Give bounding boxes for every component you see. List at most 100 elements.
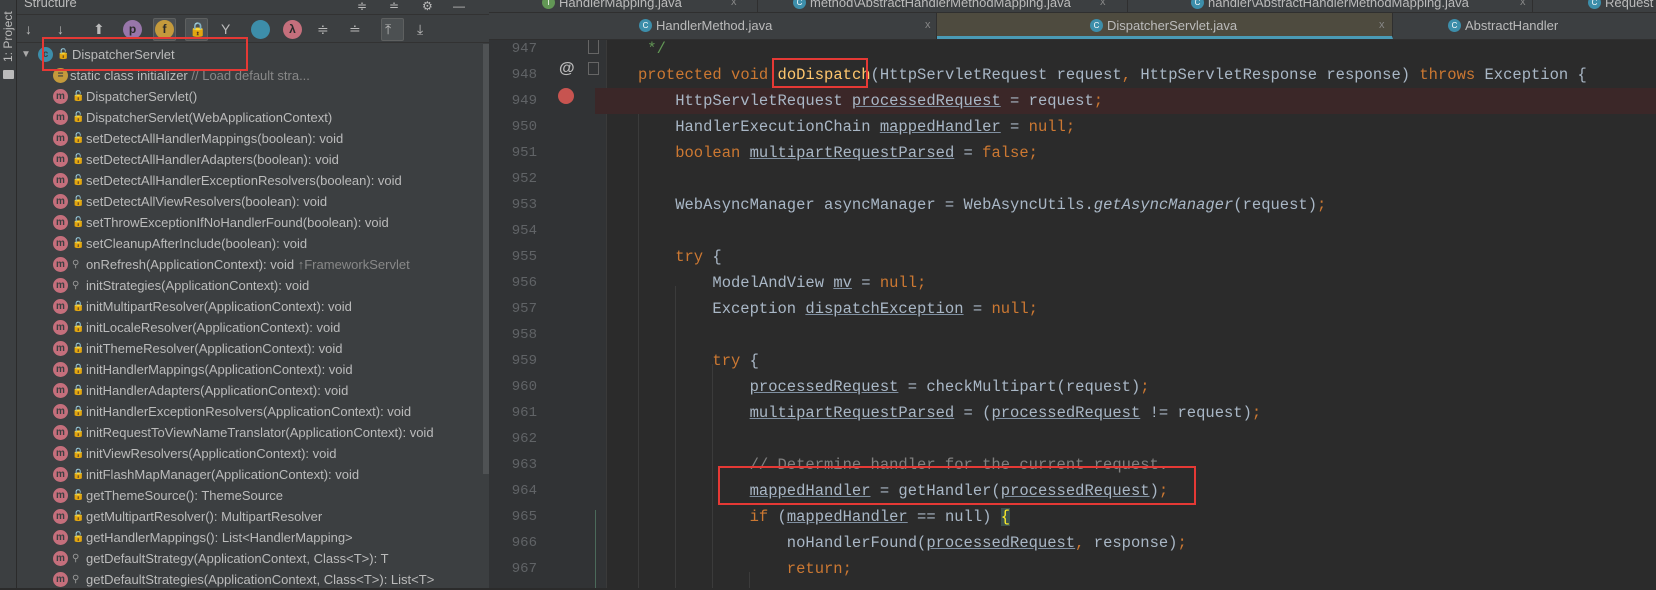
method-icon: m [53, 257, 68, 272]
tree-item[interactable]: m ⚲ onRefresh(ApplicationContext): void ↑F… [17, 254, 482, 275]
project-tool-tab[interactable]: 1: Project [1, 0, 15, 62]
panel-title: Structure [24, 0, 77, 10]
tab-request[interactable]: C Request [1533, 0, 1656, 12]
expand-icon[interactable]: ≑ [357, 0, 367, 12]
code-line[interactable] [607, 322, 1656, 348]
expand-arrow-icon[interactable]: ▼ [21, 44, 31, 65]
show-lambdas-tree-icon[interactable]: Y [221, 20, 230, 38]
private-icon: 🔒 [72, 322, 85, 333]
code-line[interactable]: try { [607, 244, 1656, 270]
code-token: HandlerExecutionChain [675, 118, 880, 136]
tree-item[interactable]: m 🔓 DispatcherServlet(WebApplicationContex… [17, 107, 482, 128]
close-tab-icon[interactable]: x [1379, 19, 1385, 31]
expand-all-icon[interactable]: ≑ [317, 20, 329, 38]
code-line[interactable]: Exception dispatchException = null; [607, 296, 1656, 322]
method-icon: m [53, 131, 68, 146]
code-line[interactable]: HandlerExecutionChain mappedHandler = nu… [607, 114, 1656, 140]
code-line[interactable] [607, 426, 1656, 452]
tree-item[interactable]: m 🔒 initRequestToViewNameTranslator(Applic… [17, 422, 482, 443]
hide-icon[interactable]: — [453, 0, 465, 12]
code-line[interactable]: try { [607, 348, 1656, 374]
tree-label: getMultipartResolver(): MultipartResolve… [86, 506, 322, 527]
code-line[interactable]: boolean multipartRequestParsed = false; [607, 140, 1656, 166]
sort-by-visibility-icon[interactable]: ↓ [25, 20, 32, 38]
tab-method-abstracthandlermethodmapping-java[interactable]: Cmethod\AbstractHandlerMethodMapping.jav… [758, 0, 1128, 12]
code-token: ModelAndView [712, 274, 834, 292]
close-tab-icon[interactable]: x [1100, 0, 1106, 8]
tree-item[interactable]: m 🔓 setDetectAllHandlerMappings(boolean): … [17, 128, 482, 149]
code-line[interactable]: ModelAndView mv = null; [607, 270, 1656, 296]
tree-item[interactable]: m 🔒 initHandlerMappings(ApplicationContext… [17, 359, 482, 380]
show-inherited-icon[interactable]: ⬆ [93, 20, 105, 38]
code-line[interactable]: multipartRequestParsed = (processedReque… [607, 400, 1656, 426]
code-line[interactable]: WebAsyncManager asyncManager = WebAsyncU… [607, 192, 1656, 218]
code-line[interactable]: protected void doDispatch(HttpServletReq… [607, 62, 1656, 88]
code-editor[interactable]: */ protected void doDispatch(HttpServletR… [595, 40, 1656, 588]
editor-tabs-row-1: I HandlerMapping.java x Cmethod\AbstractHan… [489, 0, 1656, 13]
gear-icon[interactable]: ⚙ [422, 0, 433, 12]
method-icon: m [53, 404, 68, 419]
autoscroll-to-source-icon[interactable]: ⤒ [385, 20, 391, 38]
item-name: DispatcherServlet() [86, 89, 198, 104]
tree-item[interactable]: m 🔓 DispatcherServlet() [17, 86, 482, 107]
code-token: processedRequest [749, 378, 899, 396]
tree-item[interactable]: m 🔓 getThemeSource(): ThemeSource [17, 485, 482, 506]
tree-item[interactable]: m 🔒 initThemeResolver(ApplicationContext):… [17, 338, 482, 359]
fold-start-icon[interactable] [588, 62, 599, 75]
autoscroll-from-source-icon[interactable]: ⤓ [417, 20, 423, 38]
tree-item[interactable]: m 🔓 getMultipartResolver(): MultipartResol… [17, 506, 482, 527]
close-tab-icon[interactable]: x [925, 19, 931, 31]
tab-handlermapping-java[interactable]: I HandlerMapping.java x [489, 0, 758, 12]
item-name: DispatcherServlet(WebApplicationContext) [86, 110, 333, 125]
tree-label: initLocaleResolver(ApplicationContext): … [86, 317, 340, 338]
tree-item[interactable]: m 🔓 setDetectAllHandlerAdapters(boolean): … [17, 149, 482, 170]
tree-item[interactable]: m ⚲ getDefaultStrategies(ApplicationContex… [17, 569, 482, 590]
code-line[interactable]: HttpServletRequest processedRequest = re… [595, 88, 1656, 114]
sort-alphabetically-icon[interactable]: ↓ [57, 20, 64, 38]
method-icon: m [53, 173, 68, 188]
show-lambdas-icon[interactable]: λ [283, 20, 302, 39]
tab-handler-abstracthandlermethodmapping-java[interactable]: Chandler\AbstractHandlerMethodMapping.ja… [1128, 0, 1533, 12]
tree-label: initHandlerAdapters(ApplicationContext):… [86, 380, 348, 401]
override-marker-icon[interactable]: @ [559, 60, 575, 78]
code-line[interactable] [607, 218, 1656, 244]
tree-item[interactable]: m 🔒 initMultipartResolver(ApplicationConte… [17, 296, 482, 317]
collapse-icon[interactable]: ≐ [389, 0, 399, 12]
tree-item[interactable]: m 🔓 setThrowExceptionIfNoHandlerFound(bool… [17, 212, 482, 233]
tree-item[interactable]: m 🔓 setDetectAllViewResolvers(boolean): vo… [17, 191, 482, 212]
code-token: = [851, 274, 880, 292]
tree-item[interactable]: m 🔓 getHandlerMappings(): List<HandlerMapp… [17, 527, 482, 548]
tree-item[interactable]: m 🔓 setDetectAllHandlerExceptionResolvers(… [17, 170, 482, 191]
fold-end-icon[interactable] [588, 40, 599, 54]
collapse-all-icon[interactable]: ≐ [349, 20, 361, 38]
breakpoint-icon[interactable] [558, 88, 574, 104]
tree-item[interactable]: m 🔒 initHandlerAdapters(ApplicationContext… [17, 380, 482, 401]
code-line[interactable]: processedRequest = checkMultipart(reques… [607, 374, 1656, 400]
close-tab-icon[interactable]: x [1520, 0, 1526, 8]
item-name: initLocaleResolver(ApplicationContext): … [86, 320, 341, 335]
tree-item[interactable]: m 🔒 initHandlerExceptionResolvers(Applicat… [17, 401, 482, 422]
tree-item[interactable]: m ⚲ getDefaultStrategy(ApplicationContext,… [17, 548, 482, 569]
tree-item[interactable]: m ⚲ initStrategies(ApplicationContext): vo… [17, 275, 482, 296]
show-anonymous-icon[interactable] [251, 20, 270, 39]
tree-item[interactable]: m 🔒 initFlashMapManager(ApplicationContext… [17, 464, 482, 485]
tree-item[interactable]: m 🔓 setCleanupAfterInclude(boolean): void [17, 233, 482, 254]
code-token: null [944, 508, 983, 526]
code-line[interactable] [607, 166, 1656, 192]
code-token: ; [1093, 92, 1104, 110]
tree-item[interactable]: m 🔒 initLocaleResolver(ApplicationContext)… [17, 317, 482, 338]
code-token: ; [1317, 196, 1327, 214]
tree-item[interactable]: m 🔒 initViewResolvers(ApplicationContext):… [17, 443, 482, 464]
code-token: null; [879, 274, 927, 292]
close-tab-icon[interactable]: x [731, 0, 737, 8]
class-icon: C [1448, 19, 1461, 32]
code-line[interactable]: if (mappedHandler == null) { [607, 504, 1656, 530]
code-line[interactable]: */ [607, 36, 1656, 62]
code-token: if [749, 508, 778, 526]
code-line[interactable]: return; [607, 556, 1656, 582]
public-icon: 🔓 [72, 217, 85, 228]
line-number: 956 [511, 275, 537, 291]
code-line[interactable]: noHandlerFound(processedRequest, respons… [607, 530, 1656, 556]
line-number: 947 [511, 41, 537, 57]
show-non-public-icon[interactable]: 🔒 [189, 20, 206, 38]
